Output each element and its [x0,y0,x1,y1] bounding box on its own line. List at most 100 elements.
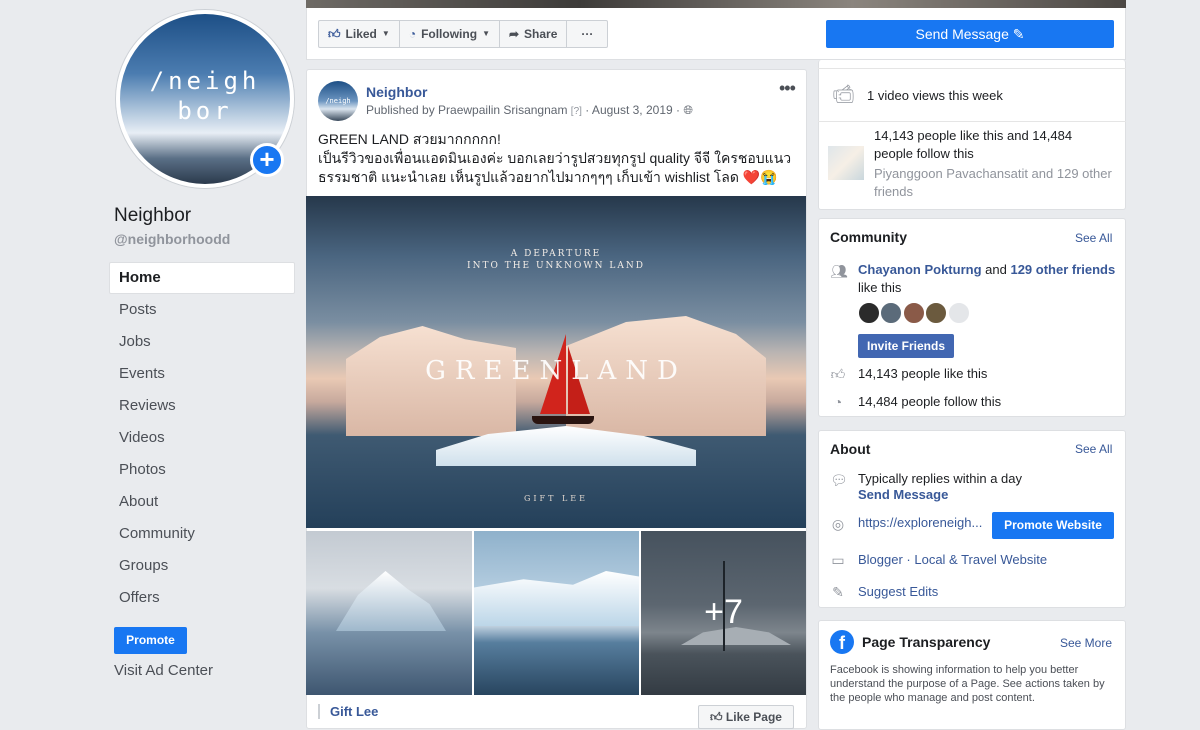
shared-from-link[interactable]: Gift Lee [318,704,378,719]
community-likes: 14,143 people like this [858,366,988,381]
image-title: GREENLAND [425,356,687,386]
image-subtitle-line2: INTO THE UNKNOWN LAND [467,261,645,271]
post-author-avatar[interactable]: /neigh bor [318,81,358,145]
page-name: Neighbor [114,205,192,226]
pencil-icon: ✎ [832,584,844,600]
promote-button[interactable]: Promote [114,627,187,654]
friend-avatar[interactable] [880,302,903,324]
people-icon: 👥︎ [830,263,848,279]
boat-hull [532,416,594,424]
nav-item-groups[interactable]: Groups [109,550,295,582]
share-arrow-icon: ➦ [508,27,520,41]
friend-avatar[interactable] [902,302,925,324]
messenger-icon: 💬︎ [830,472,848,488]
video-camera-icon: 📹︎ [832,84,855,104]
share-button[interactable]: ➦ Share [500,21,568,47]
send-message-button[interactable]: Send Message ✎ [826,20,1114,48]
page-action-buttons: 👍︎ Liked ▼ ◔ Following ▼ ➦ Share ··· [318,20,609,48]
share-label: Share [524,27,558,41]
and-text: and [985,262,1007,277]
chevron-down-icon: ▼ [381,29,390,38]
friend-avatar[interactable] [947,302,970,324]
post-thumbnail-1[interactable] [306,531,472,695]
transparency-text: Facebook is showing information to help … [830,664,1105,704]
thumbs-up-icon: 👍︎ [710,710,723,724]
nav-item-photos[interactable]: Photos [109,454,295,486]
nav-item-events[interactable]: Events [109,358,295,390]
more-dots-icon: ··· [581,27,594,41]
promote-website-button[interactable]: Promote Website [992,512,1114,539]
nav-item-jobs[interactable]: Jobs [109,326,295,358]
liked-button[interactable]: 👍︎ Liked ▼ [319,21,400,47]
nav-item-about[interactable]: About [109,486,295,518]
community-follows: 14,484 people follow this [858,394,1002,409]
thumb-iceberg [336,571,446,631]
about-send-message-link[interactable]: Send Message [858,486,948,504]
pencil-icon: ✎ [1012,26,1025,42]
more-photos-count: +7 [704,593,743,631]
post-text-line2: เป็นรีวิวของเพื่อนแอดมินเองค่ะ บอกเลยว่า… [318,150,792,185]
globe-icon: 🌐︎ [683,103,693,117]
transparency-see-more[interactable]: See More [1060,636,1112,650]
nav-item-videos[interactable]: Videos [109,422,295,454]
globe-icon: ◎ [831,516,845,532]
about-title[interactable]: About [830,441,870,457]
page-nav: Home Posts Jobs Events Reviews Videos Ph… [109,262,295,614]
post-text-line1: GREEN LAND สวยมากกกกก! [318,131,501,147]
nav-item-community[interactable]: Community [109,518,295,550]
rss-icon: ◔ [408,27,417,41]
website-link[interactable]: https://exploreneigh... [858,514,982,532]
video-views-text: 1 video views this week [867,88,1003,103]
post-thumbnail-2[interactable] [474,531,639,695]
community-see-all[interactable]: See All [1075,231,1112,245]
nav-item-reviews[interactable]: Reviews [109,390,295,422]
transparency-title[interactable]: Page Transparency [862,634,990,650]
rss-icon: ◔ [833,394,843,410]
category-link[interactable]: Blogger · Local & Travel Website [858,551,1047,569]
post-options-icon[interactable]: ••• [779,78,796,99]
more-options-button[interactable]: ··· [567,21,607,47]
post-author-name[interactable]: Neighbor [366,84,427,100]
invite-friends-button[interactable]: Invite Friends [858,334,955,358]
following-label: Following [421,27,478,41]
post-meta: Published by Praewpailin Srisangnam [?] … [366,103,693,118]
like-page-button[interactable]: 👍︎ Like Page [698,705,794,729]
friend-avatar[interactable] [858,302,880,324]
ad-center-link[interactable]: Visit Ad Center [114,662,213,679]
friend-avatars [858,302,970,329]
nav-item-posts[interactable]: Posts [109,294,295,326]
page-handle[interactable]: @neighborhoodd [114,231,230,247]
following-button[interactable]: ◔ Following ▼ [400,21,500,47]
post-text: GREEN LAND สวยมากกกกก! เป็นรีวิวของเพื่อ… [318,130,798,187]
about-see-all[interactable]: See All [1075,442,1112,456]
community-title[interactable]: Community [830,229,907,245]
like-this-text: like this [858,280,902,295]
cover-photo [306,0,1126,8]
category-icon: ▭ [831,552,845,568]
chevron-down-icon: ▼ [482,29,490,38]
likes-follow-text: 14,143 people like this and 14,484 peopl… [874,128,1073,161]
like-page-label: Like Page [725,710,782,724]
thumbs-up-icon: 👍︎ [830,366,846,382]
image-subtitle: A DEPARTURE INTO THE UNKNOWN LAND [306,248,806,272]
nav-item-offers[interactable]: Offers [109,582,295,614]
profile-logo-text: /neigh bor [149,67,261,125]
image-credit: GIFT LEE [524,494,588,503]
add-photo-icon[interactable]: + [250,143,284,177]
thumbs-up-icon: 👍︎ [328,27,341,41]
friend-avatar[interactable] [925,302,948,324]
friends-like-text[interactable]: Piyanggoon Pavachansatit and 129 other f… [874,165,1114,201]
send-message-label: Send Message [915,26,1009,42]
suggest-edits-link[interactable]: Suggest Edits [858,583,938,601]
thumb-ice-shelf [474,571,639,626]
friend-name-link[interactable]: Chayanon Pokturng [858,262,982,277]
post-thumbnail-3[interactable]: +7 [641,531,806,695]
help-mark[interactable]: [?] [571,106,582,117]
friends-photo[interactable] [828,146,864,180]
other-friends-link[interactable]: 129 other friends [1010,262,1115,277]
divider [818,68,1126,69]
post-date[interactable]: · August 3, 2019 · [585,103,680,117]
post-main-image[interactable]: A DEPARTURE INTO THE UNKNOWN LAND GREENL… [306,196,806,528]
published-by[interactable]: Published by Praewpailin Srisangnam [366,103,567,117]
nav-item-home[interactable]: Home [109,262,295,294]
